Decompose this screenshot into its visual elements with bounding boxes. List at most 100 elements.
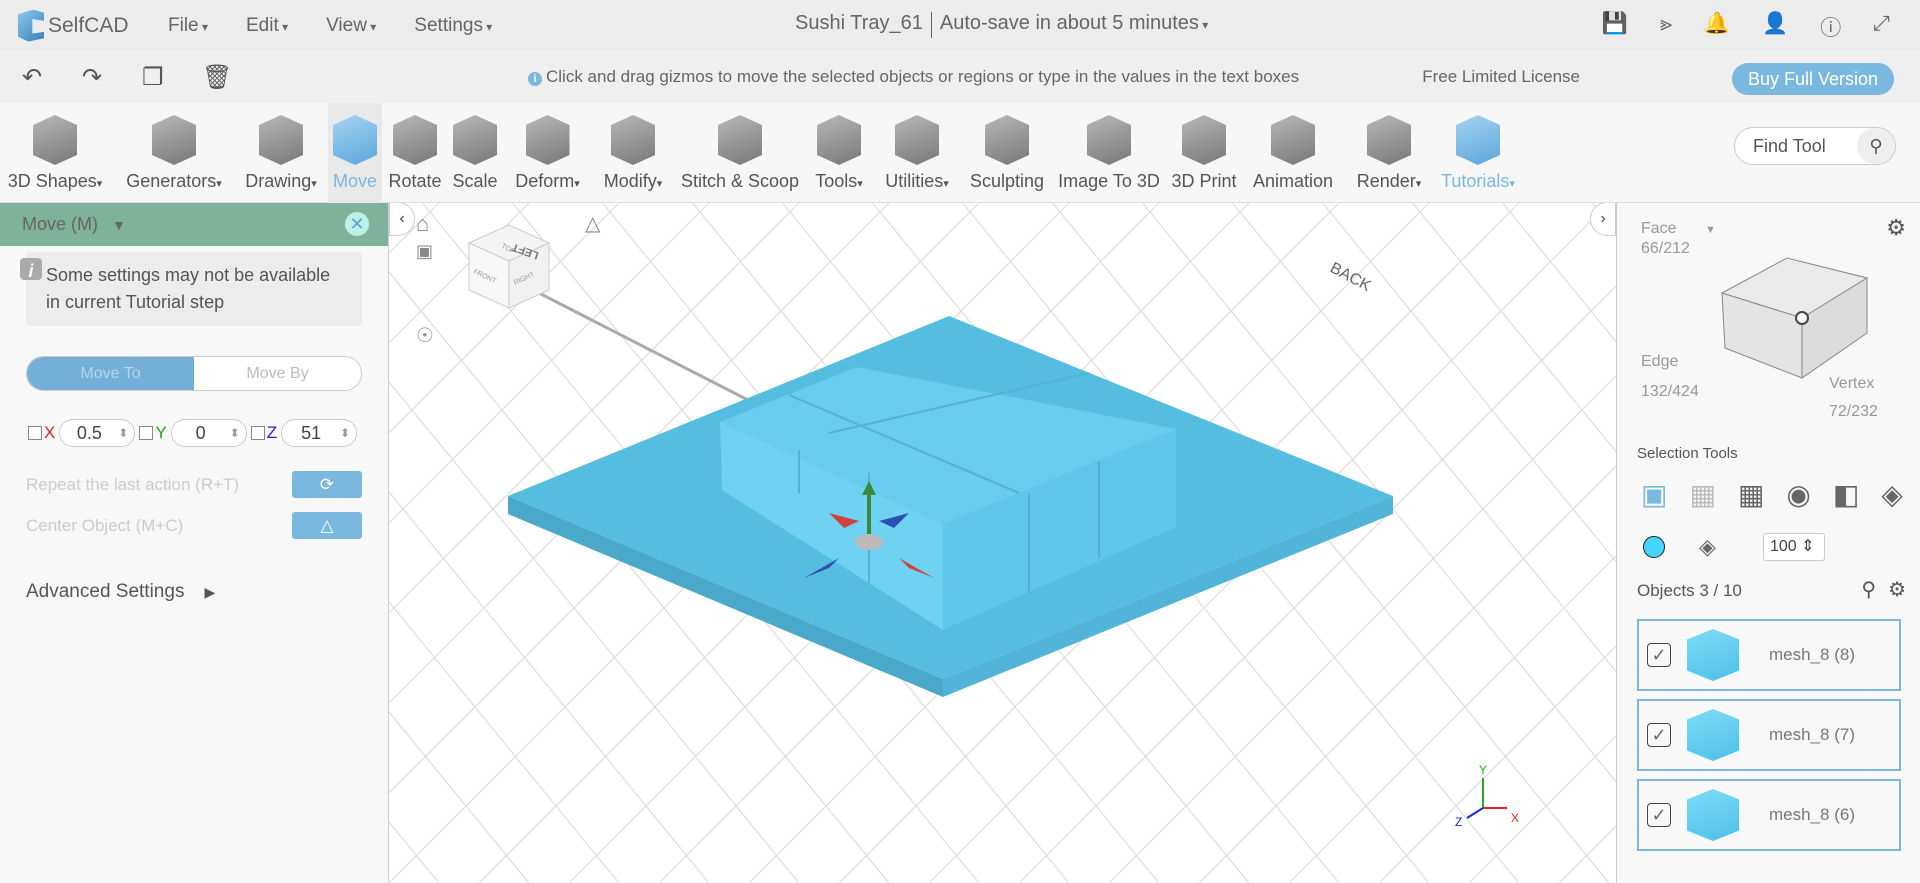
selfcad-logo[interactable]: SelfCAD [18, 9, 168, 42]
svg-text:Z: Z [1455, 815, 1462, 829]
object-list-item[interactable]: ✓ mesh_8 (8) [1637, 619, 1901, 691]
license-label: Free Limited License [1422, 67, 1580, 86]
object-list-item[interactable]: ✓ mesh_8 (7) [1637, 699, 1901, 771]
menu-file[interactable]: File [168, 15, 208, 37]
view-cube[interactable]: TOP FRONT RIGHT LEFT [467, 224, 551, 309]
face-select-icon[interactable]: ◉ [1786, 478, 1810, 511]
orbit-icon[interactable]: ☉ [416, 323, 434, 348]
fit-view-icon[interactable]: ▣ [416, 241, 433, 262]
buy-full-version-button[interactable]: Buy Full Version [1731, 63, 1894, 95]
tool-modify[interactable]: Modify [592, 103, 674, 203]
tool-rotate[interactable]: Rotate [384, 103, 446, 203]
edge-select-icon[interactable]: ▦ [1738, 478, 1764, 511]
gear-icon[interactable]: ⚙ [1888, 577, 1906, 602]
tool-stitch-scoop[interactable]: Stitch & Scoop [676, 103, 804, 203]
object-name: mesh_8 (7) [1769, 725, 1855, 744]
visibility-checkbox[interactable]: ✓ [1647, 723, 1671, 747]
tool-render[interactable]: Render [1347, 103, 1431, 203]
menu-settings[interactable]: Settings [414, 15, 492, 37]
rotate-icon [393, 115, 437, 165]
menu-view[interactable]: View [326, 15, 376, 37]
tool-image-to-3d[interactable]: Image To 3D [1053, 103, 1165, 203]
logo-icon [18, 9, 44, 42]
x-input[interactable]: 0.5 [59, 419, 136, 447]
repeat-button[interactable]: ⟳ [292, 471, 362, 498]
tool-deform[interactable]: Deform [505, 103, 590, 203]
y-input[interactable]: 0 [170, 419, 247, 447]
animation-icon [1271, 115, 1315, 165]
3d-shapes-icon [33, 115, 77, 165]
redo-icon[interactable]: ↷ [82, 63, 120, 92]
tool-animation[interactable]: Animation [1243, 103, 1343, 203]
tools-icon [817, 115, 861, 165]
search-icon[interactable]: ⚲ [1861, 577, 1876, 602]
z-lock-checkbox[interactable] [250, 426, 265, 440]
advanced-settings-toggle[interactable]: Advanced Settings ▶ [26, 581, 362, 603]
axis-triad: Y Z X [1455, 763, 1519, 829]
tool-scale[interactable]: Scale [450, 103, 500, 203]
center-object-button[interactable]: △ [292, 512, 362, 539]
tool-sculpting[interactable]: Sculpting [962, 103, 1052, 203]
info-icon[interactable]: ⓘ [1820, 12, 1841, 42]
tool-utilities[interactable]: Utilities [876, 103, 958, 203]
tool-tutorials[interactable]: Tutorials [1432, 103, 1524, 203]
grid-line [1468, 735, 1616, 883]
autosave-dropdown[interactable]: Auto-save in about 5 minutes [940, 12, 1208, 38]
object-select-icon[interactable]: ▣ [1641, 478, 1667, 511]
share-icon[interactable]: ⪢ [1660, 12, 1672, 42]
bell-icon[interactable]: 🔔 [1704, 12, 1730, 42]
object-name: mesh_8 (6) [1769, 805, 1855, 824]
tool-drawing[interactable]: Drawing [235, 103, 327, 203]
menu-edit[interactable]: Edit [246, 15, 288, 37]
visibility-checkbox[interactable]: ✓ [1647, 803, 1671, 827]
tool-ribbon: Find Tool⚲ 3D ShapesGeneratorsDrawingMov… [0, 103, 1920, 203]
object-list-item[interactable]: ✓ mesh_8 (6) [1637, 779, 1901, 851]
material-icon[interactable]: ◈ [1699, 534, 1716, 560]
vertex-count: 72/232 [1829, 403, 1878, 420]
top-bar: SelfCAD File Edit View Settings Sushi Tr… [0, 0, 1920, 51]
region-select-icon[interactable]: ◈ [1881, 478, 1903, 511]
z-input[interactable]: 51 [281, 419, 358, 447]
move-to-tab[interactable]: Move To [27, 357, 194, 390]
home-view-icon[interactable]: ⌂ [416, 211, 429, 237]
vertex-select-icon[interactable]: ▦ [1689, 478, 1715, 511]
secondary-toolbar: ↶ ↷ ❐ 🗑 i Click and drag gizmos to move t… [0, 51, 1920, 103]
scale-icon [453, 115, 497, 165]
opacity-input[interactable]: 100 ⇕ [1763, 533, 1825, 561]
image-to-3d-icon [1087, 115, 1131, 165]
info-icon: i [20, 258, 42, 281]
face-mode-dropdown[interactable]: Face ▼ [1641, 220, 1716, 238]
tool-generators[interactable]: Generators [115, 103, 233, 203]
3d-viewport[interactable]: BACK TOP FRONT RIGHT LEFT Y Z X ‹ ⌂ ▣ ☉ … [389, 203, 1616, 883]
fullscreen-icon[interactable]: ⤢ [1873, 12, 1890, 42]
selection-mode-illustration[interactable] [1707, 233, 1907, 383]
search-icon[interactable]: ⚲ [1857, 128, 1895, 164]
move-icon [333, 115, 377, 165]
save-icon[interactable]: 💾 [1602, 12, 1628, 42]
visibility-checkbox[interactable]: ✓ [1647, 643, 1671, 667]
user-icon[interactable]: 👤 [1762, 12, 1788, 42]
y-lock-checkbox[interactable] [139, 426, 154, 440]
delete-icon[interactable]: 🗑 [202, 63, 240, 92]
find-tool-input[interactable]: Find Tool ⚲ [1734, 127, 1896, 165]
tool-tools[interactable]: Tools [805, 103, 873, 203]
copy-icon[interactable]: ❐ [142, 63, 180, 92]
polygon-select-icon[interactable]: ◧ [1833, 478, 1859, 511]
undo-icon[interactable]: ↶ [22, 63, 60, 92]
edge-count: 132/424 [1641, 383, 1699, 400]
caret-right-icon: ▶ [204, 584, 216, 600]
object-thumbnail [1687, 709, 1739, 761]
color-picker[interactable] [1643, 536, 1665, 558]
close-icon[interactable]: ✕ [345, 212, 369, 236]
tool-3d-shapes[interactable]: 3D Shapes [0, 103, 110, 203]
x-lock-checkbox[interactable] [28, 426, 42, 440]
tool-3d-print[interactable]: 3D Print [1168, 103, 1240, 203]
right-panel: Face ▼ 66/212 ⚙ Edge 132/424 Vertex 72/2… [1616, 203, 1920, 883]
drawing-icon [259, 115, 303, 165]
scene[interactable]: BACK TOP FRONT RIGHT LEFT Y Z X [389, 203, 1616, 883]
move-by-tab[interactable]: Move By [194, 357, 361, 390]
projection-icon[interactable]: △ [585, 211, 600, 236]
project-title[interactable]: Sushi Tray_61 [795, 12, 923, 38]
caret-down-icon[interactable]: ▼ [112, 217, 126, 233]
tool-move[interactable]: Move [328, 103, 382, 203]
